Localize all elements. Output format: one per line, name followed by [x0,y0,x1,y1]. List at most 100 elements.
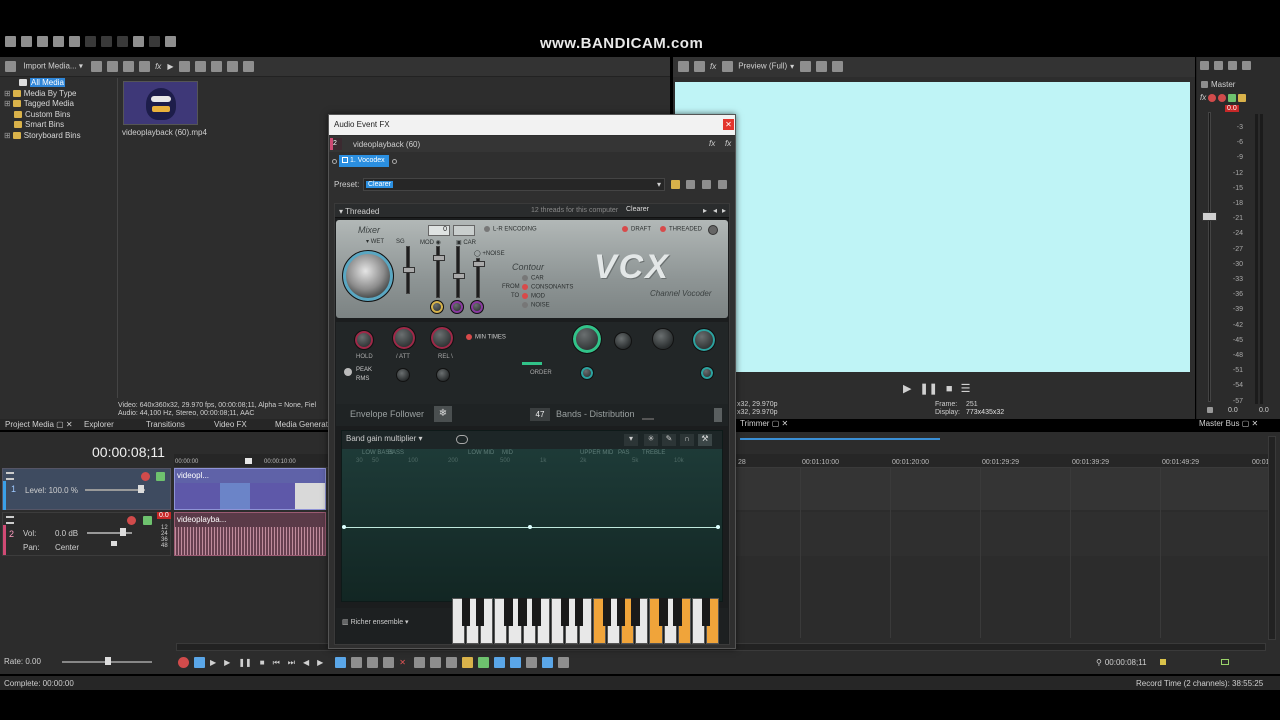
marker-icon[interactable] [461,657,473,668]
tab-video-fx[interactable]: Video FX [214,420,247,429]
snap-icon[interactable] [493,657,505,668]
rel-knob[interactable] [430,326,454,350]
draft-toggle[interactable]: DRAFT [622,226,651,233]
gear-icon[interactable] [139,61,151,72]
mod-fader[interactable] [433,246,445,298]
meter-icon[interactable] [1242,61,1251,71]
preset-prev-icon[interactable]: ▸ [703,206,707,215]
link-icon[interactable] [456,435,468,444]
piano-black-key[interactable] [461,598,471,626]
dialog-close-button[interactable]: ✕ [723,119,734,130]
preset-right-icon[interactable]: ▸ [722,206,726,215]
lock-icon[interactable] [445,657,457,668]
save-icon[interactable] [37,36,48,47]
paste-icon[interactable] [117,36,128,47]
preset-left-icon[interactable]: ◂ [713,206,717,215]
solo-icon[interactable] [143,516,152,525]
loop-icon[interactable] [194,657,205,668]
piano-black-key[interactable] [574,598,584,626]
crossfade-icon[interactable] [525,657,537,668]
properties-icon[interactable] [678,61,689,72]
trimmer-tab[interactable]: Trimmer ▢ ✕ [740,419,788,428]
record-icon[interactable] [178,657,189,668]
band-gain-node[interactable] [528,525,532,529]
region-icon[interactable] [477,657,489,668]
band-snow-icon[interactable]: ✳ [644,434,658,446]
tree-item[interactable]: ⊞ Tagged Media [4,99,116,110]
delete-icon[interactable]: ✕ [399,658,406,667]
video-clip[interactable]: videopl... [174,468,326,510]
mixer-value-box[interactable]: 0 [428,225,450,236]
min-times-toggle[interactable]: MIN TIMES [466,334,506,341]
settings-icon[interactable] [1238,93,1247,102]
threaded-dropdown[interactable]: ▾ Threaded [339,207,379,216]
master-fader-track[interactable] [1208,112,1211,402]
band-gain-line[interactable] [344,527,720,528]
order-knob[interactable] [572,324,602,354]
event-icon[interactable] [165,36,176,47]
autopreview-icon[interactable] [195,61,207,72]
mod-level-knob[interactable] [430,300,444,314]
stop-icon[interactable] [179,61,191,72]
properties-icon[interactable] [69,36,80,47]
car-level-knob[interactable] [450,300,464,314]
contour-opt-car[interactable]: CAR [522,275,544,282]
piano-black-key[interactable] [518,598,527,626]
screen-icon[interactable] [1221,659,1229,665]
video-track-header[interactable]: 1 Level: 100.0 % [2,468,171,510]
next-frame-icon[interactable]: ▶ [317,658,323,667]
audio-track-header[interactable]: 2 Vol: 0.0 dB Pan: Center 0.0 12 24 36 48 [2,512,171,556]
attack-curve-knob[interactable] [396,368,410,382]
tree-item[interactable]: All Media [4,78,116,89]
noise-toggle[interactable]: ◯ +NOISE [474,250,505,257]
refresh-icon[interactable] [243,61,255,72]
save-preset-icon[interactable] [686,180,695,189]
piano-black-key[interactable] [631,598,640,626]
band-tool-icon[interactable]: ⚒ [698,434,712,446]
preview-menu-icon[interactable]: ☰ [961,383,971,395]
tree-item[interactable]: ⊞ Media By Type [4,89,116,100]
contour-opt-mod[interactable]: MOD [522,293,545,300]
cut-icon[interactable] [85,36,96,47]
video-level-handle[interactable] [138,485,144,493]
copy-snapshot-icon[interactable] [832,61,844,72]
stop-icon[interactable]: ■ [260,658,265,667]
overlays-icon[interactable] [800,61,812,72]
v-scrollbar[interactable] [1268,436,1276,640]
folder-icon[interactable] [671,180,680,189]
views-icon[interactable] [211,61,223,72]
fx-remove-icon[interactable]: fx [725,139,731,148]
solo-icon[interactable] [1218,93,1227,102]
zoom-icon[interactable] [227,61,239,72]
lr-encoding-toggle[interactable]: L-R ENCODING [484,226,537,233]
import-icon[interactable] [5,61,16,72]
split-tool-icon[interactable] [383,657,395,668]
pause-icon[interactable]: ❚❚ [238,658,251,667]
ensemble-dropdown[interactable]: ▥ Richer ensemble ▾ [342,618,442,630]
audio-clip[interactable]: videoplayba... [174,512,326,556]
peak-rms-switch[interactable] [344,368,352,376]
preview-pause-icon[interactable]: ❚❚ [919,383,937,395]
tab-explorer[interactable]: Explorer [84,420,114,429]
filter-knob[interactable] [580,366,594,380]
play-from-start-icon[interactable]: ▶ [210,658,216,667]
threaded-toggle[interactable]: THREADED [660,226,702,233]
undo-icon[interactable] [133,36,144,47]
settings-gear-icon[interactable] [708,225,718,235]
release-curve-knob[interactable] [436,368,450,382]
snowflake-icon[interactable]: ❄ [434,406,452,422]
dialog-titlebar[interactable]: Audio Event FX ✕ [329,115,735,135]
band-options-dropdown[interactable]: ▾ [624,434,638,446]
preset-dropdown[interactable]: Clearer ▾ [363,178,665,191]
piano-black-key[interactable] [475,598,485,626]
media-thumbnail[interactable] [123,81,198,125]
import-preset-icon[interactable] [702,180,711,189]
piano-black-key[interactable] [602,598,612,626]
ignore-grouping-icon[interactable] [557,657,569,668]
fx-chain-icon[interactable]: fx [709,139,715,148]
device-icon[interactable] [694,61,705,72]
video-level-slider[interactable] [85,489,145,491]
media-fx-icon[interactable] [123,61,135,72]
go-to-end-icon[interactable]: ⏭ [288,658,295,667]
trim-end-icon[interactable] [429,657,441,668]
